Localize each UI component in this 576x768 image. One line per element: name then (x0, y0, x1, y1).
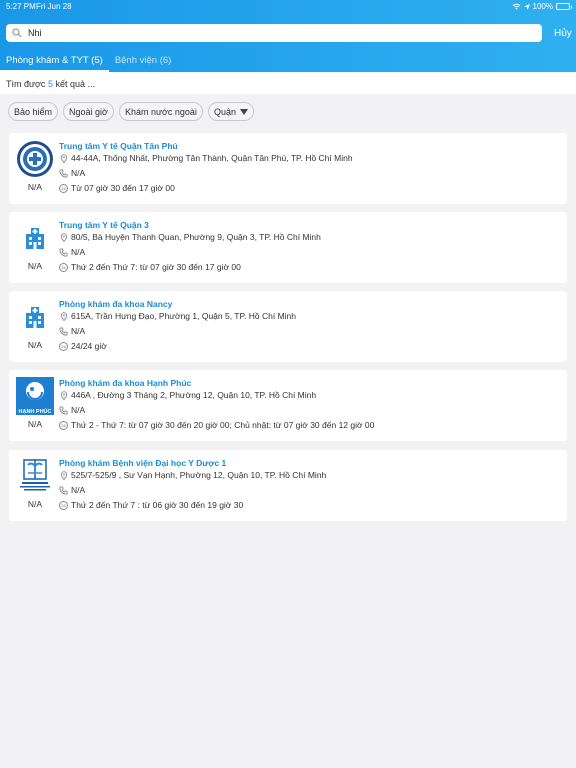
clock-24-icon: 24 (59, 500, 68, 510)
location-pin-icon (59, 153, 68, 163)
clinic-hours: 24 Thứ 2 đến Thứ 7 : từ 06 giờ 30 đến 19 … (59, 500, 243, 510)
clinic-hours: 24 24/24 giờ (59, 341, 107, 351)
location-pin-icon (59, 470, 68, 480)
filter-district-label: Quận (213, 106, 236, 117)
location-pin-icon (59, 311, 68, 321)
clinic-card[interactable]: N/A Phòng khám Bệnh viện Đại học Y Dược … (9, 450, 567, 521)
filter-district[interactable]: Quận (207, 102, 254, 121)
location-pin-icon (59, 232, 68, 242)
clinic-card[interactable]: N/A Trung tâm Y tế Quận 3 80/5, Bà Huyện… (9, 212, 567, 283)
status-time: 5:27 PM (6, 2, 36, 11)
phone-icon (59, 247, 68, 257)
caret-down-icon (239, 108, 248, 115)
search-input[interactable] (28, 28, 508, 38)
result-text: Tìm được 5 kết quả ... (6, 79, 95, 89)
clinic-hours: 24 Thứ 2 - Thứ 7: từ 07 giờ 30 đến 20 giờ… (59, 420, 374, 430)
clinic-card[interactable]: HẠNH PHÚC N/A Phòng khám đa khoa Hạnh Ph… (9, 370, 567, 441)
search-icon (12, 28, 22, 38)
battery-icon (556, 3, 572, 10)
clinic-phone: N/A (59, 326, 85, 336)
cancel-button[interactable]: Hủy (554, 28, 572, 39)
battery-percent: 100% (532, 2, 553, 11)
clock-24-icon: 24 (59, 183, 68, 193)
clinic-name[interactable]: Phòng khám đa khoa Nancy (59, 299, 172, 309)
category-tabs: Phòng khám & TYT (5) Bệnh viện (6) (0, 52, 177, 72)
clinic-name[interactable]: Trung tâm Y tế Quận 3 (59, 220, 149, 230)
rating-value: N/A (27, 340, 43, 350)
phone-icon (59, 485, 68, 495)
rating-value: N/A (27, 261, 43, 271)
status-bar: 5:27 PM Fri Jun 28 100% (0, 0, 576, 12)
status-right: 100% (512, 2, 572, 11)
phone-icon (59, 326, 68, 336)
rating-value: N/A (27, 419, 43, 429)
clinic-phone: N/A (59, 168, 85, 178)
phone-icon (59, 405, 68, 415)
clinic-name[interactable]: Trung tâm Y tế Quận Tân Phú (59, 141, 178, 151)
filter-insurance[interactable]: Bảo hiểm (8, 102, 59, 121)
tanphu-seal-logo (16, 140, 54, 178)
wifi-icon (512, 3, 520, 10)
search-bar[interactable] (6, 24, 542, 42)
app-header: 5:27 PM Fri Jun 28 100% Hủy Phòng khám &… (0, 0, 576, 72)
clinic-phone: N/A (59, 405, 85, 415)
hospital-building-icon (16, 298, 54, 336)
clinic-phone: N/A (59, 247, 85, 257)
clinic-name[interactable]: Phòng khám Bệnh viện Đại học Y Dược 1 (59, 458, 226, 468)
clinic-hours: 24 Thứ 2 đến Thứ 7: từ 07 giờ 30 đến 17 g… (59, 262, 241, 272)
clock-24-icon: 24 (59, 341, 68, 351)
rating-value: N/A (27, 182, 43, 192)
clock-24-icon: 24 (59, 262, 68, 272)
phone-icon (59, 168, 68, 178)
tab-clinics[interactable]: Phòng khám & TYT (5) (0, 52, 109, 72)
clinic-phone: N/A (59, 485, 85, 495)
umc-logo (16, 457, 54, 495)
tab-hospitals[interactable]: Bệnh viện (6) (109, 52, 178, 72)
hanhphuc-logo-text: HẠNH PHÚC (19, 408, 52, 415)
hanhphuc-logo: HẠNH PHÚC (16, 377, 54, 415)
status-date: Fri Jun 28 (36, 2, 72, 11)
rating-value: N/A (27, 499, 43, 509)
filter-bar: Bảo hiểm Ngoài giờ Khám nước ngoài Quận (8, 102, 254, 121)
clinic-address: 44-44A, Thống Nhất, Phường Tân Thành, Qu… (59, 153, 353, 163)
clinic-address: 446A , Đường 3 Tháng 2, Phường 12, Quận … (59, 390, 316, 400)
result-summary: Tìm được 5 kết quả ... (0, 72, 576, 94)
clinic-address: 525/7-525/9 , Sư Vạn Hạnh, Phường 12, Qu… (59, 470, 326, 480)
clinic-card[interactable]: N/A Trung tâm Y tế Quận Tân Phú 44-44A, … (9, 133, 567, 204)
clinic-address: 615A, Trần Hưng Đạo, Phường 1, Quận 5, T… (59, 311, 296, 321)
clinic-card[interactable]: N/A Phòng khám đa khoa Nancy 615A, Trần … (9, 291, 567, 362)
clinic-hours: 24 Từ 07 giờ 30 đến 17 giờ 00 (59, 183, 175, 193)
filter-after-hours[interactable]: Ngoài giờ (63, 102, 114, 121)
filter-abroad[interactable]: Khám nước ngoài (118, 102, 203, 121)
hospital-building-icon (16, 219, 54, 257)
clinic-name[interactable]: Phòng khám đa khoa Hạnh Phúc (59, 378, 191, 388)
location-arrow-icon (523, 3, 530, 10)
location-pin-icon (59, 390, 68, 400)
clock-24-icon: 24 (59, 420, 68, 430)
clinic-address: 80/5, Bà Huyện Thanh Quan, Phường 9, Quậ… (59, 232, 321, 242)
